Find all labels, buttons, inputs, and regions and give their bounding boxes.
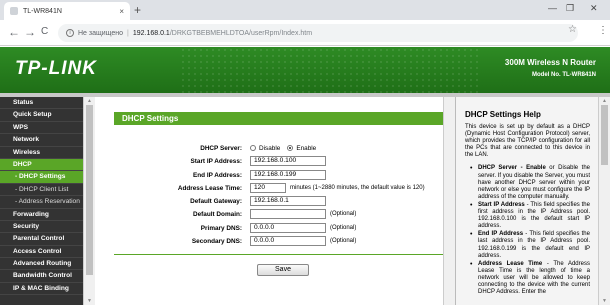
domain-optional-note: (Optional) bbox=[330, 211, 357, 217]
start-ip-row: Start IP Address: 192.168.0.100 bbox=[96, 155, 452, 167]
lease-time-note: minutes (1~2880 minutes, the default val… bbox=[290, 185, 425, 191]
url-path: /DRKGTBEBMEHLDTOA/userRpm/Index.htm bbox=[169, 29, 313, 37]
sidebar-item-parental-control[interactable]: Parental Control bbox=[0, 233, 83, 246]
router-banner: TP-LINK 300M Wireless N Router Model No.… bbox=[0, 47, 610, 93]
dhcp-disable-label: Disable bbox=[259, 144, 281, 152]
sidebar-item-advanced-routing[interactable]: Advanced Routing bbox=[0, 258, 83, 271]
gateway-row: Default Gateway: 192.168.0.1 bbox=[96, 195, 452, 207]
primary-dns-optional-note: (Optional) bbox=[330, 225, 357, 231]
model-number: Model No. TL-WR841N bbox=[532, 72, 596, 78]
help-item-term: Address Lease Time bbox=[478, 260, 543, 267]
help-title: DHCP Settings Help bbox=[465, 110, 541, 119]
section-title: DHCP Settings bbox=[114, 112, 448, 125]
end-ip-field[interactable]: 192.168.0.199 bbox=[250, 170, 326, 180]
secondary-dns-optional-note: (Optional) bbox=[330, 238, 357, 244]
sidebar-item-wps[interactable]: WPS bbox=[0, 122, 83, 135]
dhcp-enable-label: Enable bbox=[296, 144, 317, 152]
scroll-up-icon[interactable]: ▲ bbox=[602, 98, 607, 104]
form-divider bbox=[114, 254, 448, 255]
help-item-term: DHCP Server - Enable bbox=[478, 165, 546, 172]
scroll-down-icon[interactable]: ▼ bbox=[87, 298, 92, 304]
sidebar-scrollbar[interactable]: ▲ ▼ bbox=[83, 97, 95, 305]
maximize-button[interactable]: ❐ bbox=[566, 3, 574, 14]
browser-menu-icon[interactable]: ⋮ bbox=[598, 26, 608, 36]
scroll-down-icon[interactable]: ▼ bbox=[602, 298, 607, 304]
sidebar-item-security[interactable]: Security bbox=[0, 221, 83, 234]
gateway-field[interactable]: 192.168.0.1 bbox=[250, 196, 326, 206]
help-list: DHCP Server - Enable or Disable the serv… bbox=[465, 165, 590, 296]
domain-field[interactable] bbox=[250, 209, 326, 219]
sidebar-menu: Status Quick Setup WPS Network Wireless DHCP -… bbox=[0, 97, 83, 305]
main-scrollbar[interactable] bbox=[443, 97, 455, 305]
address-separator: | bbox=[127, 29, 129, 37]
scrollbar-thumb[interactable] bbox=[86, 105, 93, 275]
lease-time-row: Address Lease Time: 120 minutes (1~2880 … bbox=[96, 182, 452, 194]
lease-time-label: Address Lease Time: bbox=[177, 184, 242, 192]
banner-pattern bbox=[180, 47, 480, 93]
domain-row: Default Domain: (Optional) bbox=[96, 208, 452, 220]
browser-tab-strip: TL-WR841N × + — ❐ ✕ bbox=[0, 0, 610, 20]
domain-label: Default Domain: bbox=[193, 210, 242, 218]
end-ip-row: End IP Address: 192.168.0.199 bbox=[96, 169, 452, 181]
sidebar-item-dhcp-client-list[interactable]: - DHCP Client List bbox=[0, 184, 83, 197]
help-item-term: End IP Address bbox=[478, 231, 524, 238]
help-item-term: Start IP Address bbox=[478, 201, 525, 208]
start-ip-label: Start IP Address: bbox=[190, 157, 243, 165]
end-ip-label: End IP Address: bbox=[192, 171, 242, 179]
minimize-button[interactable]: — bbox=[548, 3, 557, 13]
sidebar-item-ip-mac-binding[interactable]: IP & MAC Binding bbox=[0, 283, 83, 296]
scrollbar-thumb[interactable] bbox=[601, 105, 608, 165]
dhcp-enable-radio[interactable] bbox=[287, 145, 294, 151]
scroll-up-icon[interactable]: ▲ bbox=[87, 98, 92, 104]
gateway-label: Default Gateway: bbox=[190, 197, 242, 205]
main-panel: DHCP Settings DHCP Server: Disable Enabl… bbox=[96, 97, 452, 305]
sidebar-item-dhcp[interactable]: DHCP bbox=[0, 158, 83, 172]
sidebar-item-status[interactable]: Status bbox=[0, 97, 83, 110]
url-host: 192.168.0.1 bbox=[132, 29, 170, 37]
sidebar-item-network[interactable]: Network bbox=[0, 134, 83, 147]
primary-dns-label: Primary DNS: bbox=[200, 224, 242, 232]
forward-button[interactable]: → bbox=[24, 25, 36, 39]
dhcp-server-row: DHCP Server: Disable Enable bbox=[96, 142, 452, 154]
close-window-button[interactable]: ✕ bbox=[590, 3, 598, 14]
start-ip-field[interactable]: 192.168.0.100 bbox=[250, 156, 326, 166]
security-label: Не защищено bbox=[78, 29, 123, 37]
help-item: End IP Address - This field specifies th… bbox=[465, 231, 590, 259]
address-bar[interactable]: i Не защищено | 192.168.0.1 /DRKGTBEBMEH… bbox=[58, 24, 578, 42]
lease-time-field[interactable]: 120 bbox=[250, 183, 286, 193]
help-item: Start IP Address - This field specifies … bbox=[465, 202, 590, 230]
help-scrollbar[interactable]: ▲ ▼ bbox=[598, 97, 610, 305]
primary-dns-row: Primary DNS: 0.0.0.0 (Optional) bbox=[96, 222, 452, 234]
help-item: DHCP Server - Enable or Disable the serv… bbox=[465, 165, 590, 200]
info-icon[interactable]: i bbox=[66, 29, 74, 37]
bookmark-star-icon[interactable]: ☆ bbox=[568, 24, 577, 35]
sidebar-item-address-reservation[interactable]: - Address Reservation bbox=[0, 196, 83, 209]
help-item: Address Lease Time - The Address Lease T… bbox=[465, 261, 590, 296]
browser-toolbar: ← → C i Не защищено | 192.168.0.1 /DRKGT… bbox=[0, 20, 610, 46]
sidebar-item-quick-setup[interactable]: Quick Setup bbox=[0, 109, 83, 122]
secondary-dns-field[interactable]: 0.0.0.0 bbox=[250, 236, 326, 246]
help-panel: DHCP Settings Help This device is set up… bbox=[455, 97, 598, 305]
dhcp-server-label: DHCP Server: bbox=[200, 144, 242, 152]
sidebar-item-forwarding[interactable]: Forwarding bbox=[0, 209, 83, 221]
tab-close-icon[interactable]: × bbox=[119, 7, 124, 16]
secondary-dns-label: Secondary DNS: bbox=[191, 237, 242, 245]
sidebar-item-dhcp-settings[interactable]: - DHCP Settings bbox=[0, 171, 83, 184]
back-button[interactable]: ← bbox=[8, 25, 20, 39]
browser-tab[interactable]: TL-WR841N × bbox=[4, 2, 130, 20]
dhcp-disable-radio[interactable] bbox=[250, 145, 256, 151]
tab-title: TL-WR841N bbox=[23, 7, 62, 15]
new-tab-button[interactable]: + bbox=[134, 4, 141, 16]
help-intro: This device is set up by default as a DH… bbox=[465, 124, 590, 159]
sidebar-item-bandwidth-control[interactable]: Bandwidth Control bbox=[0, 270, 83, 283]
sidebar-item-wireless[interactable]: Wireless bbox=[0, 147, 83, 159]
reload-button[interactable]: C bbox=[41, 25, 48, 39]
tp-link-logo: TP-LINK bbox=[15, 58, 97, 79]
sidebar-item-access-control[interactable]: Access Control bbox=[0, 246, 83, 259]
primary-dns-field[interactable]: 0.0.0.0 bbox=[250, 223, 326, 233]
favicon-icon bbox=[10, 7, 18, 15]
secondary-dns-row: Secondary DNS: 0.0.0.0 (Optional) bbox=[96, 235, 452, 247]
product-name: 300M Wireless N Router bbox=[504, 58, 596, 67]
save-button[interactable]: Save bbox=[257, 264, 309, 276]
